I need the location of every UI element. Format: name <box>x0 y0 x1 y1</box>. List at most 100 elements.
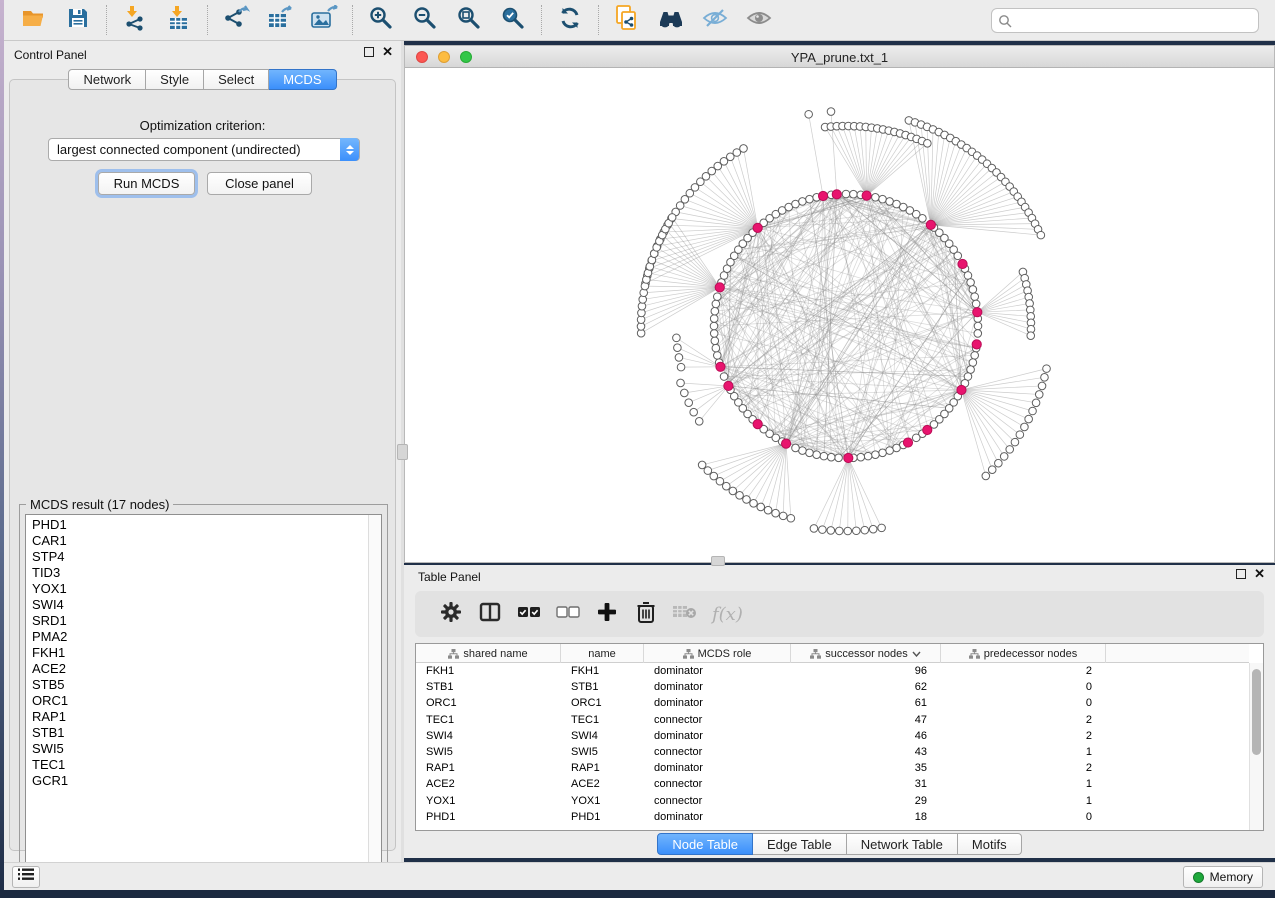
close-table-panel-icon[interactable]: ✕ <box>1254 569 1265 579</box>
create-column-button[interactable] <box>589 597 625 631</box>
table-row[interactable]: ACE2ACE2connector311 <box>416 776 1249 792</box>
zoom-in-button[interactable] <box>363 3 399 37</box>
cell-name[interactable]: RAP1 <box>561 762 644 774</box>
cell-MCDS-role[interactable]: dominator <box>644 697 791 709</box>
mcds-node[interactable] <box>753 223 762 232</box>
table-row[interactable]: SWI4SWI4dominator462 <box>416 728 1249 744</box>
cell-successor-nodes[interactable]: 96 <box>791 665 941 677</box>
mcds-node[interactable] <box>957 385 966 394</box>
table-settings-button[interactable] <box>433 597 469 631</box>
cell-MCDS-role[interactable]: dominator <box>644 811 791 823</box>
mcds-node[interactable] <box>862 191 871 200</box>
tab-motifs[interactable]: Motifs <box>958 833 1022 855</box>
refresh-view-button[interactable] <box>552 3 588 37</box>
cell-shared-name[interactable]: FKH1 <box>416 665 561 677</box>
function-builder-button[interactable]: f(x) <box>712 604 743 625</box>
cell-successor-nodes[interactable]: 35 <box>791 762 941 774</box>
network-window-titlebar[interactable]: YPA_prune.txt_1 <box>405 46 1274 68</box>
mcds-result-item[interactable]: RAP1 <box>26 709 368 725</box>
cell-successor-nodes[interactable]: 18 <box>791 811 941 823</box>
cell-predecessor-nodes[interactable]: 2 <box>941 730 1106 742</box>
cell-predecessor-nodes[interactable]: 0 <box>941 681 1106 693</box>
cell-successor-nodes[interactable]: 47 <box>791 714 941 726</box>
mcds-result-item[interactable]: SWI5 <box>26 741 368 757</box>
tab-edge-table[interactable]: Edge Table <box>753 833 847 855</box>
cell-MCDS-role[interactable]: connector <box>644 746 791 758</box>
cell-shared-name[interactable]: PHD1 <box>416 811 561 823</box>
export-network-button[interactable] <box>218 3 254 37</box>
tab-select[interactable]: Select <box>204 69 269 90</box>
mcds-node[interactable] <box>753 419 762 428</box>
mcds-result-item[interactable]: STB1 <box>26 725 368 741</box>
fit-content-button[interactable] <box>451 3 487 37</box>
import-network-button[interactable] <box>117 3 153 37</box>
tab-mcds[interactable]: MCDS <box>269 69 336 90</box>
column-header-successor-nodes[interactable]: successor nodes <box>791 644 941 663</box>
cell-shared-name[interactable]: RAP1 <box>416 762 561 774</box>
delete-table-button[interactable] <box>667 597 703 631</box>
table-row[interactable]: ORC1ORC1dominator610 <box>416 695 1249 711</box>
column-header-predecessor-nodes[interactable]: predecessor nodes <box>941 644 1106 663</box>
cell-successor-nodes[interactable]: 31 <box>791 778 941 790</box>
search-input[interactable] <box>1016 11 1252 31</box>
cell-predecessor-nodes[interactable]: 1 <box>941 746 1106 758</box>
tab-network-table[interactable]: Network Table <box>847 833 958 855</box>
cell-MCDS-role[interactable]: connector <box>644 778 791 790</box>
node-table[interactable]: shared namename MCDS role successor node… <box>415 643 1264 831</box>
mcds-result-item[interactable]: SWI4 <box>26 597 368 613</box>
cell-name[interactable]: PHD1 <box>561 811 644 823</box>
table-scrollbar[interactable] <box>1249 663 1263 830</box>
mcds-result-list[interactable]: PHD1CAR1STP4TID3YOX1SWI4SRD1PMA2FKH1ACE2… <box>25 514 382 868</box>
mcds-node[interactable] <box>926 220 935 229</box>
open-session-button[interactable] <box>16 3 52 37</box>
mcds-result-item[interactable]: CAR1 <box>26 533 368 549</box>
cell-name[interactable]: ACE2 <box>561 778 644 790</box>
table-row[interactable]: FKH1FKH1dominator962 <box>416 663 1249 679</box>
horizontal-splitter-handle[interactable] <box>711 556 725 566</box>
mcds-result-item[interactable]: TID3 <box>26 565 368 581</box>
mcds-result-item[interactable]: ORC1 <box>26 693 368 709</box>
mcds-node[interactable] <box>818 191 827 200</box>
mcds-node[interactable] <box>903 438 912 447</box>
cell-name[interactable]: FKH1 <box>561 665 644 677</box>
cell-predecessor-nodes[interactable]: 2 <box>941 762 1106 774</box>
mcds-result-item[interactable]: PMA2 <box>26 629 368 645</box>
mcds-result-item[interactable]: STP4 <box>26 549 368 565</box>
delete-column-button[interactable] <box>628 597 664 631</box>
network-graph[interactable] <box>405 68 1274 562</box>
cell-name[interactable]: SWI5 <box>561 746 644 758</box>
cell-predecessor-nodes[interactable]: 2 <box>941 665 1106 677</box>
select-all-button[interactable] <box>511 597 547 631</box>
cell-name[interactable]: SWI4 <box>561 730 644 742</box>
export-image-button[interactable] <box>306 3 342 37</box>
cell-successor-nodes[interactable]: 61 <box>791 697 941 709</box>
cell-predecessor-nodes[interactable]: 1 <box>941 778 1106 790</box>
float-table-panel-icon[interactable] <box>1236 569 1246 579</box>
table-row[interactable]: RAP1RAP1dominator352 <box>416 760 1249 776</box>
column-header-shared-name[interactable]: shared name <box>416 644 561 663</box>
deselect-all-button[interactable] <box>550 597 586 631</box>
close-panel-icon[interactable]: ✕ <box>382 47 393 57</box>
close-panel-button[interactable]: Close panel <box>207 172 312 195</box>
table-row[interactable]: SWI5SWI5connector431 <box>416 744 1249 760</box>
table-row[interactable]: STB1STB1dominator620 <box>416 679 1249 695</box>
column-header-name[interactable]: name <box>561 644 644 663</box>
mcds-node[interactable] <box>716 362 725 371</box>
tab-network[interactable]: Network <box>68 69 146 90</box>
cell-shared-name[interactable]: SWI5 <box>416 746 561 758</box>
cell-shared-name[interactable]: SWI4 <box>416 730 561 742</box>
mcds-result-item[interactable]: SRD1 <box>26 613 368 629</box>
show-all-button[interactable] <box>741 3 777 37</box>
tab-node-table[interactable]: Node Table <box>657 833 753 855</box>
mcds-node[interactable] <box>724 381 733 390</box>
cell-predecessor-nodes[interactable]: 2 <box>941 714 1106 726</box>
cell-name[interactable]: ORC1 <box>561 697 644 709</box>
cell-MCDS-role[interactable]: connector <box>644 795 791 807</box>
cell-MCDS-role[interactable]: dominator <box>644 681 791 693</box>
cell-name[interactable]: TEC1 <box>561 714 644 726</box>
mcds-node[interactable] <box>958 259 967 268</box>
mcds-result-item[interactable]: GCR1 <box>26 773 368 789</box>
export-table-button[interactable] <box>262 3 298 37</box>
search-network-button[interactable] <box>653 3 689 37</box>
table-row[interactable]: PHD1PHD1dominator180 <box>416 809 1249 825</box>
